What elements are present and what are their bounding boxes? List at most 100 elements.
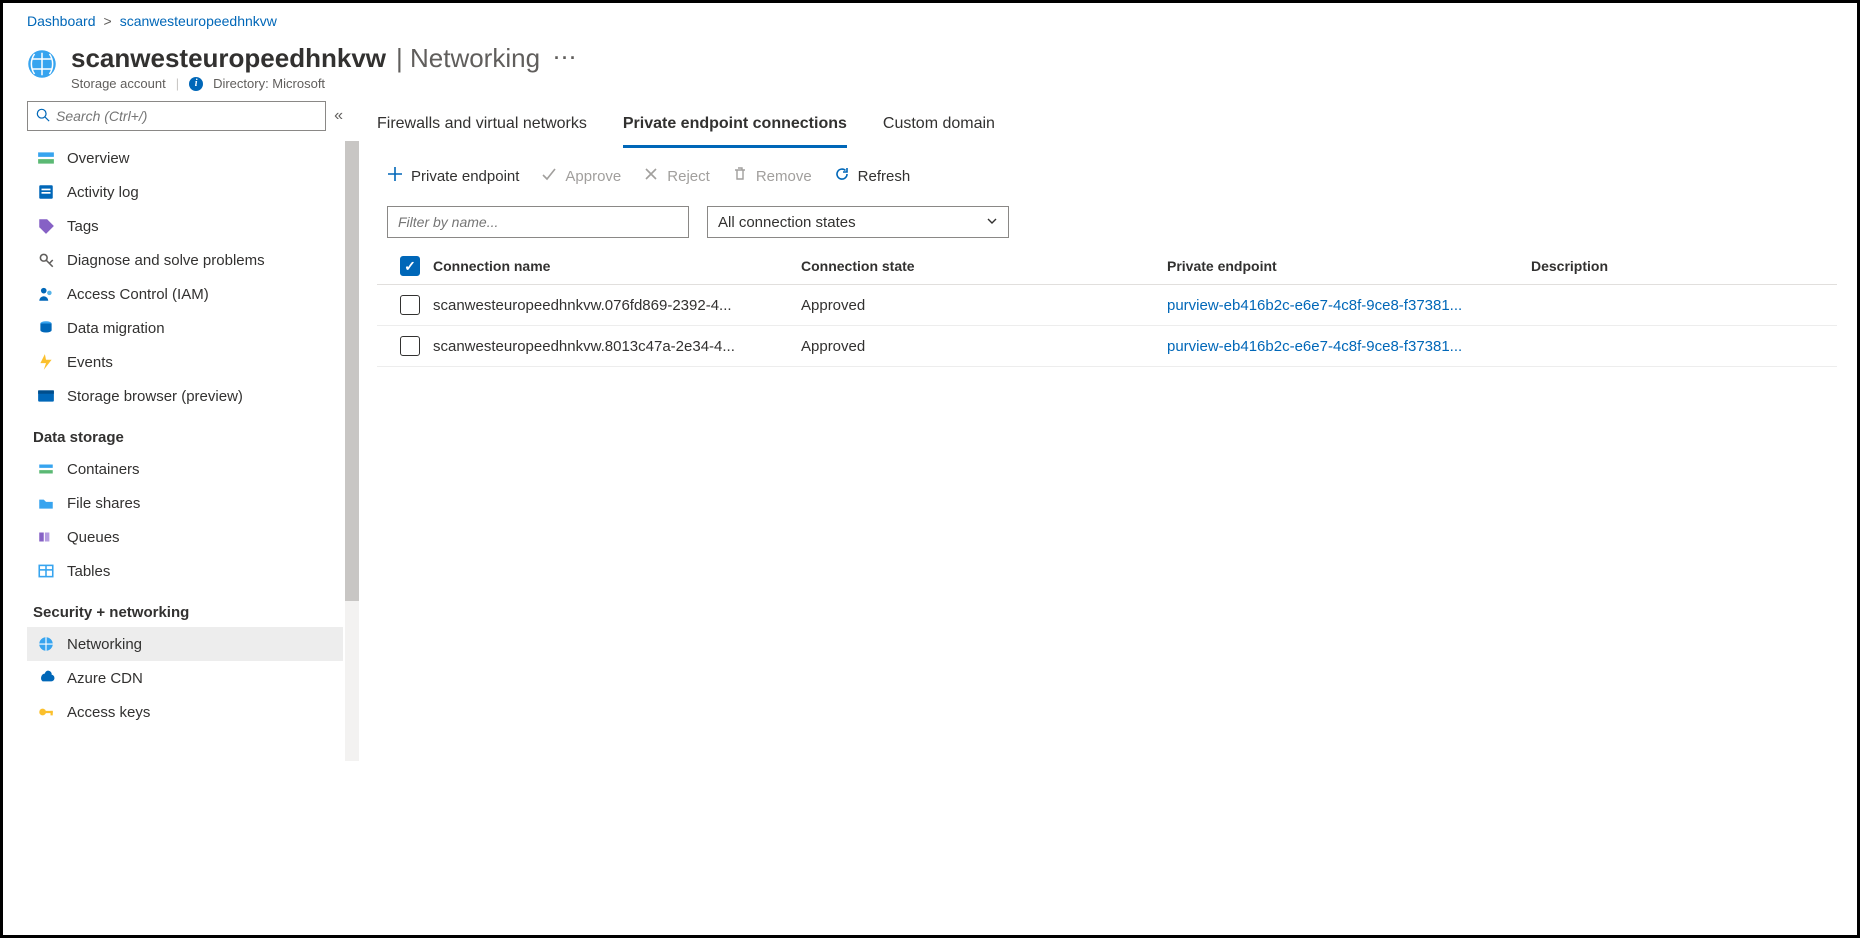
chevron-down-icon <box>986 214 998 231</box>
sidebar-item-containers[interactable]: Containers <box>27 452 343 486</box>
sidebar-item-events[interactable]: Events <box>27 345 343 379</box>
iam-icon <box>37 285 55 303</box>
sidebar: « Overview Activity log Tags Diagnose an… <box>3 101 357 929</box>
sidebar-item-label: Activity log <box>67 184 139 201</box>
sidebar-item-label: Data migration <box>67 320 165 337</box>
diagnose-icon <box>37 251 55 269</box>
refresh-button[interactable]: Refresh <box>834 166 911 186</box>
sidebar-item-label: Containers <box>67 461 140 478</box>
filter-by-name-input[interactable] <box>387 206 689 238</box>
tabs: Firewalls and virtual networks Private e… <box>377 101 1837 148</box>
storage-account-icon <box>27 49 57 79</box>
tables-icon <box>37 562 55 580</box>
info-icon[interactable]: i <box>189 77 203 91</box>
breadcrumb: Dashboard > scanwesteuropeedhnkvw <box>3 3 1857 35</box>
toolbar: Private endpoint Approve Reject Remove R… <box>377 148 1837 202</box>
cell-connection-name: scanwesteuropeedhnkvw.076fd869-2392-4... <box>433 297 801 314</box>
cell-connection-name: scanwesteuropeedhnkvw.8013c47a-2e34-4... <box>433 338 801 355</box>
access-keys-icon <box>37 703 55 721</box>
sidebar-item-label: Access keys <box>67 704 150 721</box>
search-box[interactable] <box>27 101 326 131</box>
sidebar-item-label: File shares <box>67 495 140 512</box>
column-header-description[interactable]: Description <box>1531 258 1837 274</box>
networking-icon <box>37 635 55 653</box>
sidebar-item-diagnose[interactable]: Diagnose and solve problems <box>27 243 343 277</box>
storage-browser-icon <box>37 387 55 405</box>
column-header-endpoint[interactable]: Private endpoint <box>1167 258 1531 274</box>
sidebar-item-tags[interactable]: Tags <box>27 209 343 243</box>
cell-private-endpoint-link[interactable]: purview-eb416b2c-e6e7-4c8f-9ce8-f37381..… <box>1167 338 1531 355</box>
sidebar-item-label: Tables <box>67 563 110 580</box>
sidebar-item-label: Networking <box>67 636 142 653</box>
tab-custom-domain[interactable]: Custom domain <box>883 105 995 148</box>
table-row[interactable]: scanwesteuropeedhnkvw.8013c47a-2e34-4...… <box>377 326 1837 367</box>
remove-button[interactable]: Remove <box>732 166 812 186</box>
toolbar-label: Reject <box>667 168 710 185</box>
sidebar-item-tables[interactable]: Tables <box>27 554 343 588</box>
row-checkbox[interactable] <box>400 295 420 315</box>
search-icon <box>36 108 50 125</box>
sidebar-item-label: Tags <box>67 218 99 235</box>
sidebar-item-queues[interactable]: Queues <box>27 520 343 554</box>
cdn-icon <box>37 669 55 687</box>
resource-type-label: Storage account <box>71 76 166 91</box>
tags-icon <box>37 217 55 235</box>
page-section: Networking <box>410 43 540 73</box>
sidebar-item-activity-log[interactable]: Activity log <box>27 175 343 209</box>
sidebar-section-data-storage: Data storage <box>27 413 343 452</box>
cell-private-endpoint-link[interactable]: purview-eb416b2c-e6e7-4c8f-9ce8-f37381..… <box>1167 297 1531 314</box>
select-all-checkbox[interactable] <box>400 256 420 276</box>
table-row[interactable]: scanwesteuropeedhnkvw.076fd869-2392-4...… <box>377 285 1837 326</box>
connections-table: Connection name Connection state Private… <box>377 250 1837 367</box>
overview-icon <box>37 149 55 167</box>
column-header-state[interactable]: Connection state <box>801 258 1167 274</box>
plus-icon <box>387 166 403 186</box>
breadcrumb-root[interactable]: Dashboard <box>27 13 96 29</box>
x-icon <box>643 166 659 186</box>
page-header: scanwesteuropeedhnkvw | Networking ··· S… <box>3 35 1857 101</box>
sidebar-item-storage-browser[interactable]: Storage browser (preview) <box>27 379 343 413</box>
add-private-endpoint-button[interactable]: Private endpoint <box>387 166 519 186</box>
cell-connection-state: Approved <box>801 297 1167 314</box>
sidebar-section-security: Security + networking <box>27 588 343 627</box>
sidebar-item-file-shares[interactable]: File shares <box>27 486 343 520</box>
queues-icon <box>37 528 55 546</box>
breadcrumb-current[interactable]: scanwesteuropeedhnkvw <box>120 13 277 29</box>
containers-icon <box>37 460 55 478</box>
trash-icon <box>732 166 748 186</box>
sidebar-item-iam[interactable]: Access Control (IAM) <box>27 277 343 311</box>
toolbar-label: Refresh <box>858 168 911 185</box>
toolbar-label: Private endpoint <box>411 168 519 185</box>
cell-connection-state: Approved <box>801 338 1167 355</box>
tab-private-endpoint[interactable]: Private endpoint connections <box>623 105 847 148</box>
reject-button[interactable]: Reject <box>643 166 710 186</box>
sidebar-item-label: Events <box>67 354 113 371</box>
main-content: Firewalls and virtual networks Private e… <box>357 101 1857 929</box>
sidebar-item-data-migration[interactable]: Data migration <box>27 311 343 345</box>
sidebar-item-networking[interactable]: Networking <box>27 627 343 661</box>
approve-button[interactable]: Approve <box>541 166 621 186</box>
sidebar-item-access-keys[interactable]: Access keys <box>27 695 343 729</box>
breadcrumb-separator: > <box>104 13 112 29</box>
connection-state-filter[interactable]: All connection states <box>707 206 1009 238</box>
search-input[interactable] <box>56 108 317 124</box>
sidebar-item-label: Queues <box>67 529 120 546</box>
column-header-name[interactable]: Connection name <box>433 258 801 274</box>
more-button[interactable]: ··· <box>554 48 578 69</box>
data-migration-icon <box>37 319 55 337</box>
file-shares-icon <box>37 494 55 512</box>
activity-log-icon <box>37 183 55 201</box>
check-icon <box>541 166 557 186</box>
sidebar-item-azure-cdn[interactable]: Azure CDN <box>27 661 343 695</box>
sidebar-scrollbar[interactable] <box>345 141 359 761</box>
filter-select-value: All connection states <box>718 214 856 231</box>
refresh-icon <box>834 166 850 186</box>
tab-firewalls[interactable]: Firewalls and virtual networks <box>377 105 587 148</box>
sidebar-item-overview[interactable]: Overview <box>27 141 343 175</box>
collapse-sidebar-button[interactable]: « <box>334 107 343 125</box>
row-checkbox[interactable] <box>400 336 420 356</box>
sidebar-item-label: Azure CDN <box>67 670 143 687</box>
sidebar-item-label: Access Control (IAM) <box>67 286 209 303</box>
toolbar-label: Approve <box>565 168 621 185</box>
directory-label: Directory: Microsoft <box>213 76 325 91</box>
